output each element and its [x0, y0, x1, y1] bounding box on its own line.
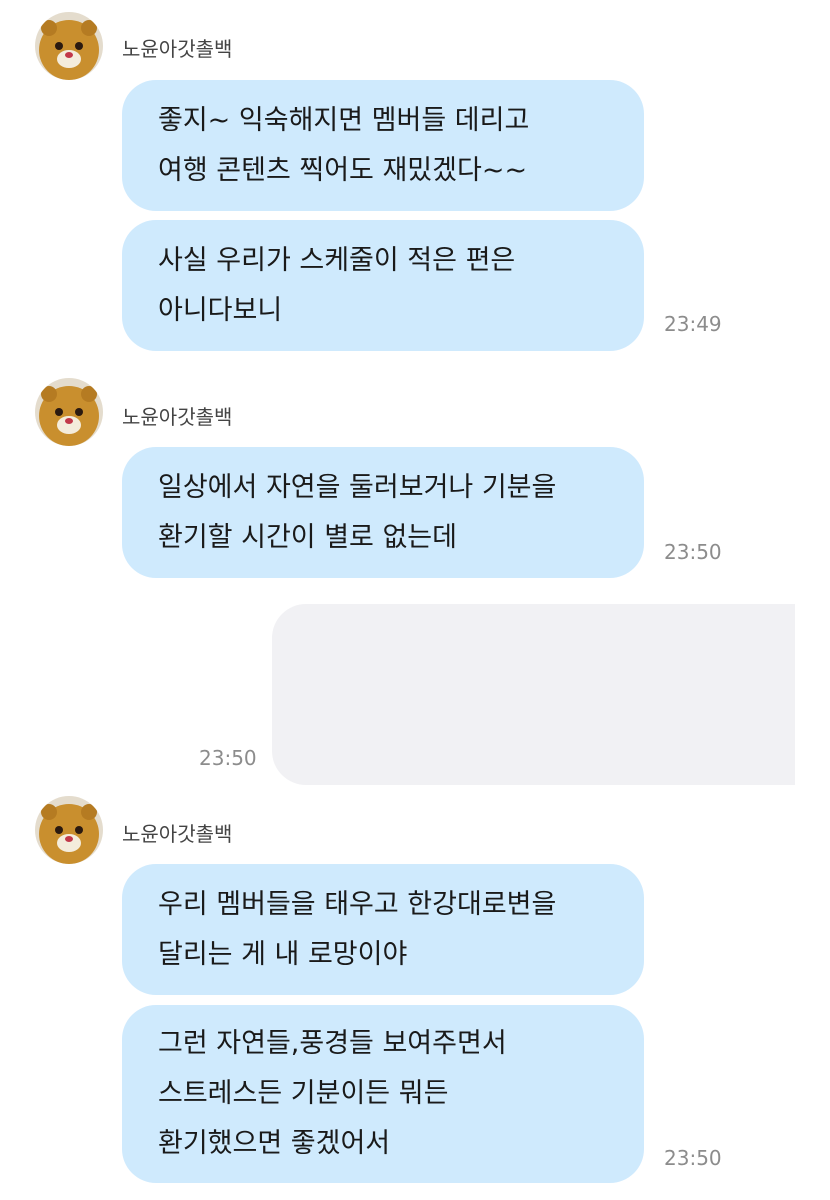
- timestamp: 23:50: [199, 746, 257, 770]
- avatar[interactable]: [35, 796, 103, 864]
- sender-name: 노윤아갓촐백: [122, 37, 233, 61]
- message-line: 그런 자연들,풍경들 보여주면서: [158, 1028, 507, 1059]
- avatar[interactable]: [35, 12, 103, 80]
- message-bubble[interactable]: 우리 멤버들을 태우고 한강대로변을 달리는 게 내 로망이야: [122, 864, 644, 995]
- message-line: 스트레스든 기분이든 뭐든: [158, 1078, 449, 1109]
- message-bubble[interactable]: 좋지~ 익숙해지면 멤버들 데리고 여행 콘텐츠 찍어도 재밌겠다~~: [122, 80, 644, 211]
- timestamp: 23:50: [664, 540, 722, 564]
- message-bubble[interactable]: 일상에서 자연을 둘러보거나 기분을 환기할 시간이 별로 없는데: [122, 447, 644, 578]
- message-bubble[interactable]: 사실 우리가 스케줄이 적은 편은 아니다보니: [122, 220, 644, 351]
- sender-name: 노윤아갓촐백: [122, 405, 233, 429]
- hamster-plush-icon: [35, 796, 103, 864]
- message-line: 환기할 시간이 별로 없는데: [158, 521, 457, 553]
- timestamp: 23:50: [664, 1146, 722, 1170]
- message-line: 여행 콘텐츠 찍어도 재밌겠다~~: [158, 154, 528, 186]
- timestamp: 23:49: [664, 312, 722, 336]
- message-line: 우리 멤버들을 태우고 한강대로변을: [158, 888, 557, 920]
- message-line: 좋지~ 익숙해지면 멤버들 데리고: [158, 104, 530, 136]
- avatar[interactable]: [35, 378, 103, 446]
- outgoing-message-bubble[interactable]: [272, 604, 795, 785]
- message-line: 환기했으면 좋겠어서: [158, 1128, 391, 1159]
- hamster-plush-icon: [35, 378, 103, 446]
- message-line: 일상에서 자연을 둘러보거나 기분을: [158, 471, 557, 503]
- message-line: 사실 우리가 스케줄이 적은 편은: [158, 244, 516, 276]
- message-bubble[interactable]: 그런 자연들,풍경들 보여주면서 스트레스든 기분이든 뭐든 환기했으면 좋겠어…: [122, 1005, 644, 1183]
- hamster-plush-icon: [35, 12, 103, 80]
- message-line: 아니다보니: [158, 294, 283, 326]
- sender-name: 노윤아갓촐백: [122, 822, 233, 846]
- message-line: 달리는 게 내 로망이야: [158, 938, 408, 970]
